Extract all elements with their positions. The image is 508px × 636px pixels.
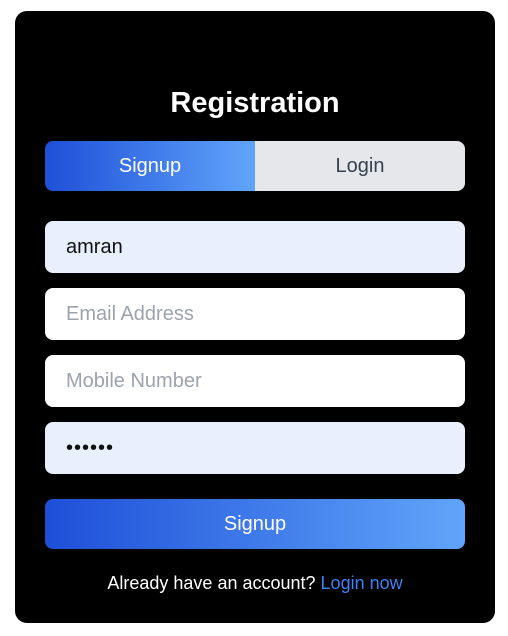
tab-login[interactable]: Login [255,141,465,191]
form-title: Registration [170,87,340,119]
auth-tabs: Signup Login [45,141,465,191]
name-input[interactable] [45,221,465,273]
signup-button[interactable]: Signup [45,499,465,549]
footer-text: Already have an account? [107,573,316,593]
login-now-link[interactable]: Login now [321,573,403,593]
password-input[interactable] [45,422,465,474]
registration-card: Registration Signup Login Signup Already… [15,11,495,623]
tab-signup[interactable]: Signup [45,141,255,191]
mobile-input[interactable] [45,355,465,407]
email-input[interactable] [45,288,465,340]
login-prompt: Already have an account? Login now [15,571,495,595]
